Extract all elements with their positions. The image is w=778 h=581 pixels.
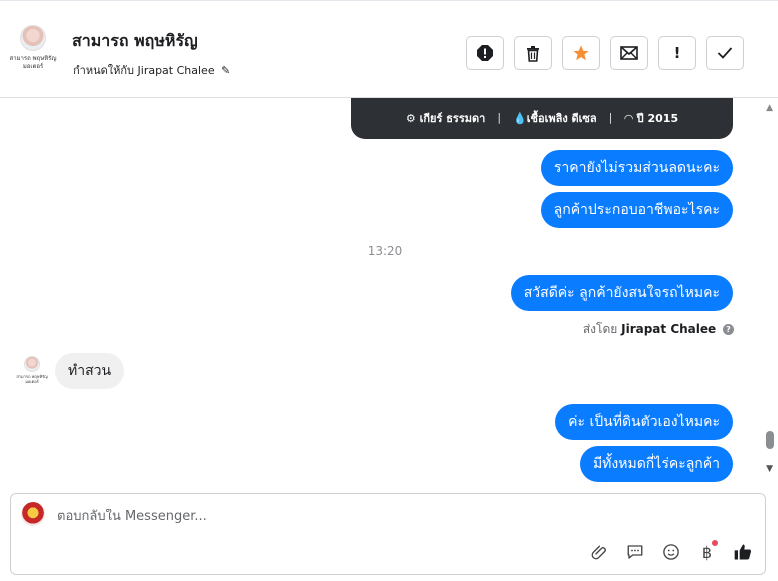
scrollbar[interactable]: ▲ ▼ — [762, 98, 778, 484]
mark-done-button[interactable] — [706, 36, 744, 70]
gear-text: เกียร์ ธรรมดา — [419, 111, 486, 125]
year-text: ปี 2015 — [636, 111, 679, 125]
fuel-text: เชื้อเพลิง ดีเซล — [526, 111, 597, 125]
pencil-icon[interactable]: ✎ — [221, 64, 230, 77]
contact-avatar[interactable]: สามารถ พฤษหิรัญ มอเตอร์ — [10, 25, 56, 81]
like-icon[interactable] — [731, 540, 755, 564]
avatar-image — [24, 356, 40, 372]
baht-symbol: ฿ — [701, 542, 713, 562]
check-icon — [717, 46, 733, 60]
avatar-caption-line1: สามารถ พฤษหิรัญ — [9, 55, 57, 62]
assigned-to-text: กำหนดให้กับ Jirapat Chalee — [73, 64, 215, 77]
scroll-down-arrow-icon[interactable]: ▼ — [766, 464, 773, 474]
fuel-spec: 💧เชื้อเพลิง ดีเซล — [513, 109, 597, 127]
saved-replies-icon[interactable] — [623, 540, 647, 564]
avatar-caption: สามารถ พฤษหิรัญ มอเตอร์ — [16, 374, 47, 384]
outgoing-message[interactable]: ค่ะ เป็นที่ดินตัวเองไหมคะ — [555, 404, 733, 440]
sent-by-name: Jirapat Chalee — [621, 322, 717, 336]
sender-avatar[interactable]: สามารถ พฤษหิรัญ มอเตอร์ — [16, 356, 48, 390]
mark-unread-button[interactable] — [610, 36, 648, 70]
assignment-label[interactable]: กำหนดให้กับ Jirapat Chalee ✎ — [73, 61, 230, 79]
reply-input[interactable] — [57, 509, 577, 524]
avatar-caption: สามารถ พฤษหิรัญ มอเตอร์ — [10, 55, 57, 71]
gauge-icon: ◠ — [624, 111, 633, 125]
message-thread[interactable]: ⚙ เกียร์ ธรรมดา | 💧เชื้อเพลิง ดีเซล | ◠ … — [0, 98, 778, 484]
card-separator: | — [608, 111, 613, 124]
avatar-image — [20, 25, 46, 51]
fuel-drop-icon: 💧 — [513, 111, 527, 125]
scroll-up-arrow-icon[interactable]: ▲ — [766, 103, 773, 113]
outgoing-message[interactable]: ราคายังไม่รวมส่วนลดนะคะ — [540, 150, 733, 186]
star-button[interactable] — [562, 36, 600, 70]
sent-by-label: ส่งโดย Jirapat Chalee ? — [583, 320, 734, 339]
follow-up-button[interactable]: ! — [658, 36, 696, 70]
outgoing-message[interactable]: สวัสดีค่ะ ลูกค้ายังสนใจรถไหมคะ — [510, 275, 733, 311]
avatar-caption-line2: มอเตอร์ — [22, 63, 44, 70]
outgoing-message[interactable]: ลูกค้าประกอบอาชีพอะไรคะ — [540, 192, 733, 228]
page-avatar — [21, 502, 45, 526]
emoji-icon[interactable] — [659, 540, 683, 564]
contact-name: สามารถ พฤษหิรัญ — [72, 31, 198, 50]
star-icon — [572, 44, 590, 62]
sent-by-prefix: ส่งโดย — [582, 322, 618, 336]
help-icon[interactable]: ? — [723, 324, 734, 335]
alert-icon — [476, 44, 494, 62]
conversation-header: สามารถ พฤษหิรัญ มอเตอร์ สามารถ พฤษหิรัญ … — [0, 0, 778, 98]
message-timestamp: 13:20 — [367, 244, 403, 258]
mail-icon — [620, 46, 638, 60]
gear-spec: ⚙ เกียร์ ธรรมดา — [406, 109, 485, 127]
outgoing-message[interactable]: มีทั้งหมดกี่ไร่คะลูกค้า — [579, 446, 733, 482]
scrollbar-thumb[interactable] — [766, 431, 774, 449]
card-separator: | — [497, 111, 502, 124]
avatar-caption-line2: มอเตอร์ — [25, 379, 39, 384]
incoming-message[interactable]: ทำสวน — [55, 353, 125, 389]
mark-spam-button[interactable] — [466, 36, 504, 70]
trash-icon — [525, 45, 541, 62]
delete-button[interactable] — [514, 36, 552, 70]
year-spec: ◠ ปี 2015 — [624, 109, 678, 127]
car-info-card: ⚙ เกียร์ ธรรมดา | 💧เชื้อเพลิง ดีเซล | ◠ … — [351, 98, 733, 139]
reply-composer: ฿ — [10, 493, 766, 575]
notification-dot — [712, 540, 718, 546]
exclamation-icon: ! — [673, 44, 681, 62]
payment-icon[interactable]: ฿ — [695, 540, 719, 564]
attachment-icon[interactable] — [587, 540, 611, 564]
gear-icon: ⚙ — [405, 111, 416, 125]
